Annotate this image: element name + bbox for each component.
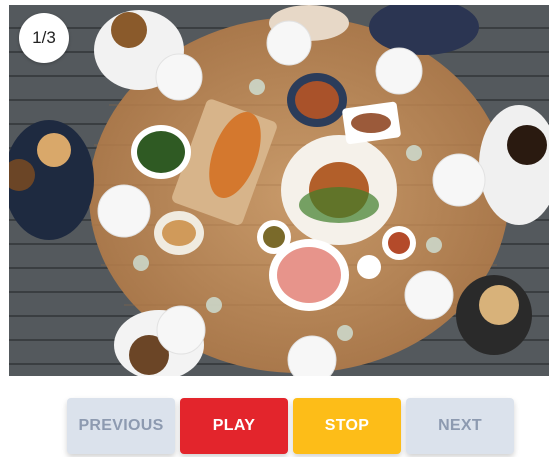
slide-image xyxy=(9,5,549,376)
next-button[interactable]: NEXT xyxy=(406,398,514,454)
previous-button[interactable]: PREVIOUS xyxy=(67,398,175,454)
slideshow-controls: PREVIOUS PLAY STOP NEXT xyxy=(67,398,514,454)
slide-counter: 1/3 xyxy=(19,13,69,63)
stop-button[interactable]: STOP xyxy=(293,398,401,454)
slide-image-viewer: 1/3 xyxy=(9,5,549,376)
play-button[interactable]: PLAY xyxy=(180,398,288,454)
